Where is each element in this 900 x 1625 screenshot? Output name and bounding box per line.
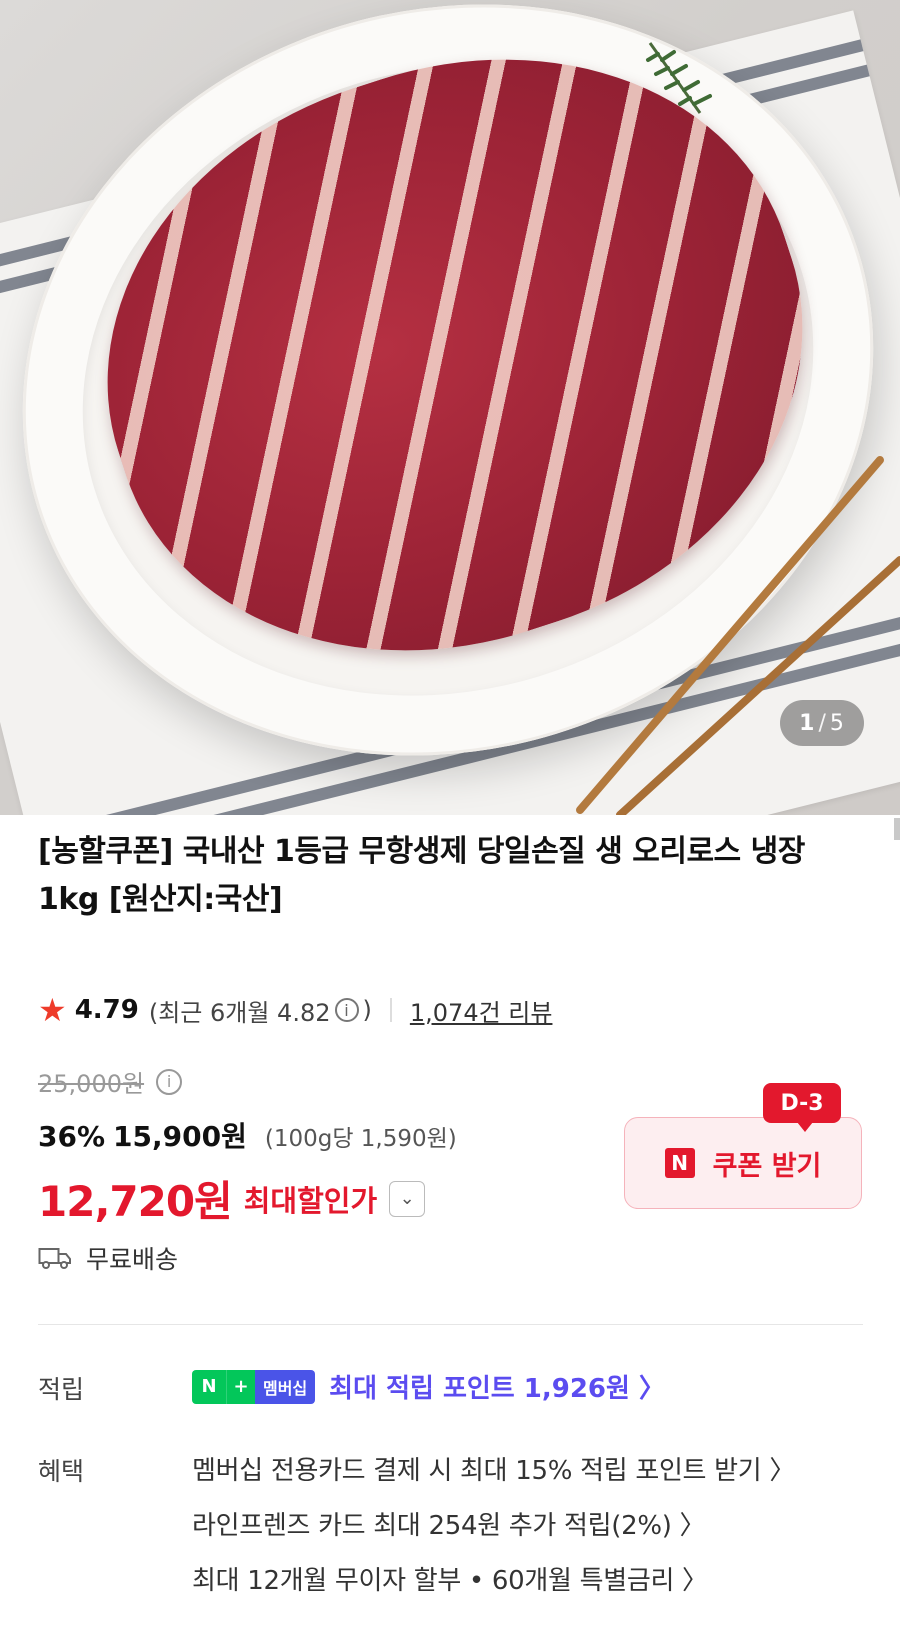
chevron-down-icon[interactable]: ⌄ — [389, 1180, 426, 1217]
max-discount-price: 12,720원 — [38, 1177, 233, 1226]
rating-score: 4.79 — [74, 995, 139, 1025]
original-price-row: 25,000원 i — [38, 1064, 183, 1099]
price-info-icon[interactable]: i — [156, 1068, 183, 1095]
unit-price: (100g당 1,590원) — [264, 1126, 457, 1152]
plus-icon: + — [226, 1369, 255, 1404]
image-counter: 1 / 5 — [780, 700, 864, 746]
product-image[interactable]: 1 / 5 — [0, 0, 900, 815]
rosemary-garnish — [646, 42, 712, 114]
max-points-link[interactable]: 최대 적립 포인트 1,926원 〉 — [329, 1368, 665, 1405]
max-discount-label: 최대할인가 — [243, 1183, 378, 1218]
recent-rating-close: ) — [362, 996, 372, 1024]
benefit-item-membership-card[interactable]: 멤버십 전용카드 결제 시 최대 15% 적립 포인트 받기 〉 — [192, 1450, 795, 1487]
shipping-row: 무료배송 — [38, 1240, 178, 1276]
membership-label: 멤버십 — [255, 1369, 316, 1404]
original-price: 25,000원 — [38, 1070, 145, 1098]
benefits-label: 혜택 — [38, 1457, 85, 1486]
shipping-label: 무료배송 — [86, 1245, 179, 1274]
product-title: [농할쿠폰] 국내산 1등급 무항생제 당일손질 생 오리로스 냉장 1kg [… — [38, 834, 805, 917]
image-counter-total: 5 — [829, 710, 845, 736]
recent-rating: (최근 6개월 4.82 — [148, 998, 331, 1027]
naver-plus-membership-badge: N + 멤버십 — [192, 1369, 316, 1404]
sale-price: 15,900원 — [113, 1120, 247, 1153]
naver-n-icon: N — [192, 1369, 226, 1404]
info-icon[interactable]: i — [334, 998, 359, 1022]
reviews-link[interactable]: 1,074건 리뷰 — [410, 993, 553, 1028]
dday-badge: D-3 — [763, 1083, 841, 1132]
truck-icon — [38, 1248, 71, 1269]
max-discount-row: 12,720원 최대할인가 ⌄ — [38, 1168, 426, 1229]
chopsticks — [576, 456, 900, 815]
benefit-item-linefriends-card[interactable]: 라인프렌즈 카드 최대 254원 추가 적립(2%) 〉 — [192, 1505, 706, 1542]
scroll-indicator — [894, 818, 900, 840]
naver-n-icon: N — [664, 1148, 695, 1178]
sale-price-row: 36% 15,900원 (100g당 1,590원) — [38, 1115, 457, 1155]
rating-row: ★ 4.79 (최근 6개월 4.82 i ) 1,074건 리뷰 — [38, 990, 552, 1030]
points-label: 적립 — [38, 1375, 85, 1404]
points-row[interactable]: N + 멤버십 최대 적립 포인트 1,926원 〉 — [192, 1368, 665, 1405]
benefit-item-installment[interactable]: 최대 12개월 무이자 할부 • 60개월 특별금리 〉 — [192, 1560, 708, 1597]
section-divider — [38, 1324, 863, 1325]
coupon-button[interactable]: N 쿠폰 받기 — [624, 1117, 862, 1209]
image-counter-current: 1 — [799, 710, 816, 736]
discount-rate: 36% — [38, 1120, 106, 1153]
coupon-button-label: 쿠폰 받기 — [712, 1150, 822, 1182]
star-icon: ★ — [38, 991, 67, 1029]
divider — [389, 998, 392, 1022]
image-counter-separator: / — [818, 710, 827, 736]
